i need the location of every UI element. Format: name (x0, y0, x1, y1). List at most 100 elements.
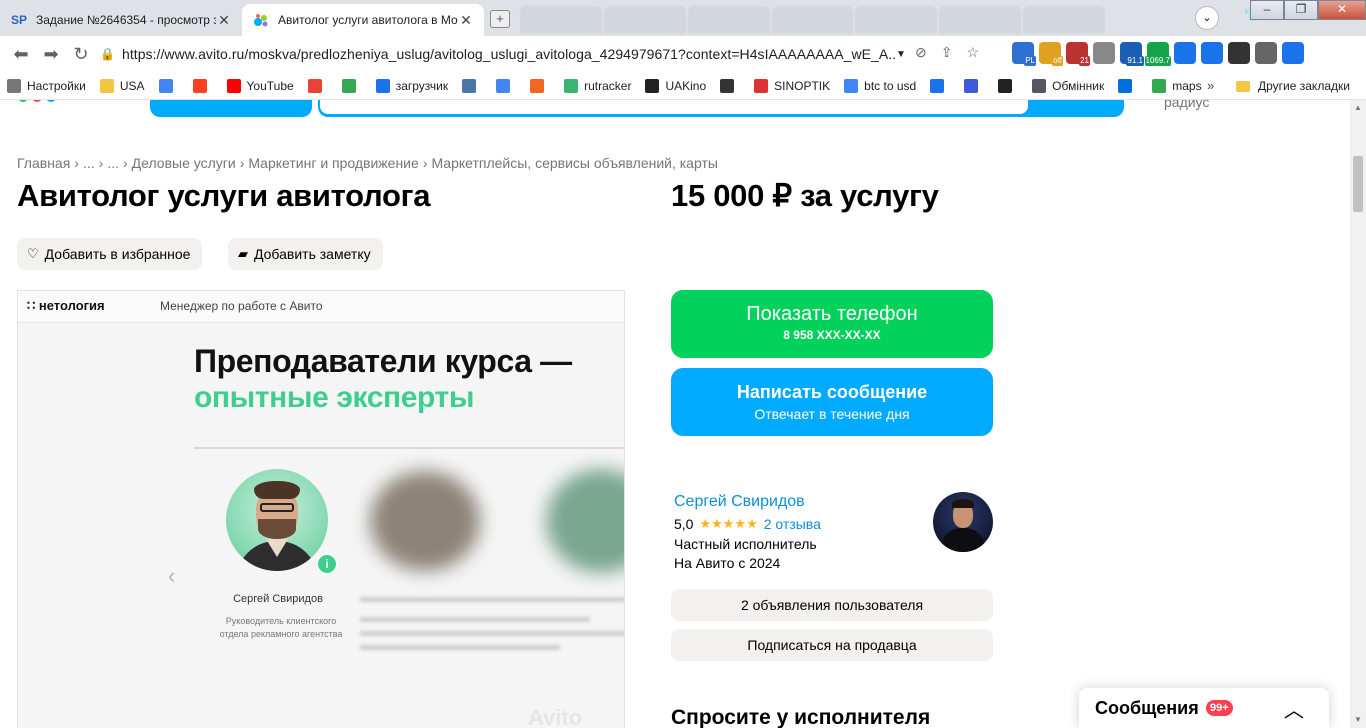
scroll-thumb[interactable] (1353, 156, 1363, 212)
bookmark-item[interactable] (455, 72, 489, 100)
add-note-button[interactable]: ▰ Добавить заметку (228, 238, 383, 270)
tab-avito[interactable]: Авитолог услуги авитолога в Мос ✕ (242, 4, 484, 36)
extension-icon[interactable] (1255, 42, 1277, 64)
close-icon[interactable]: ✕ (216, 12, 232, 29)
minimize-button[interactable]: – (1250, 0, 1284, 20)
url-text[interactable]: https://www.avito.ru/moskva/predlozheniy… (122, 46, 896, 62)
walmart-icon (1118, 78, 1133, 93)
breadcrumb-link[interactable]: Маркетинг и продвижение (248, 155, 418, 171)
note-label: Добавить заметку (254, 246, 371, 262)
extension-icon[interactable]: 21 (1066, 42, 1090, 66)
extension-icon[interactable] (1093, 42, 1115, 64)
translate-icon (496, 78, 511, 93)
blurred-text (360, 617, 590, 622)
bookmark-item[interactable]: Настройки (0, 72, 93, 100)
back-icon[interactable]: ⬅ (6, 44, 36, 65)
bookmark-item[interactable] (923, 72, 957, 100)
maximize-button[interactable]: ❐ (1284, 0, 1318, 20)
extension-icon[interactable] (1201, 42, 1223, 64)
close-icon[interactable]: ✕ (458, 12, 474, 29)
bookmark-item[interactable] (335, 72, 369, 100)
messages-count-badge: 99+ (1206, 700, 1233, 716)
bookmark-item[interactable]: UAKino (638, 72, 713, 100)
search-input[interactable] (320, 100, 1028, 114)
star-bookmark-icon[interactable]: ☆ (966, 44, 979, 61)
tab-task[interactable]: SP Задание №2646354 - просмотр з ✕ (0, 4, 242, 36)
bookmark-item[interactable]: YouTube (220, 72, 301, 100)
bookmark-item[interactable] (523, 72, 557, 100)
bookmark-item[interactable] (991, 72, 1025, 100)
share-icon[interactable]: ⇪ (941, 44, 953, 61)
extension-icon[interactable]: off (1039, 42, 1063, 66)
new-tab-button[interactable]: + (490, 10, 510, 28)
extensions-bar: PL off 21 91.1 1069.7 (1012, 42, 1304, 66)
bookmark-item[interactable]: USA (93, 72, 152, 100)
breadcrumb-link[interactable]: ... (83, 155, 95, 171)
breadcrumb-link[interactable]: ... (107, 155, 119, 171)
bookmark-label: YouTube (246, 78, 294, 93)
bookmark-item[interactable]: Обмінник (1025, 72, 1111, 100)
reload-icon[interactable]: ↻ (66, 44, 96, 65)
breadcrumb-separator: › (122, 155, 128, 171)
breadcrumb-link[interactable]: Главная (17, 155, 70, 171)
scroll-down-icon[interactable]: ▼ (1350, 712, 1366, 728)
bookmark-item[interactable] (713, 72, 747, 100)
breadcrumb-link[interactable]: Деловые услуги (132, 155, 236, 171)
bookmark-item[interactable] (186, 72, 220, 100)
bookmark-item[interactable]: rutracker (557, 72, 638, 100)
instructor-photo (226, 469, 328, 571)
blocked-icon[interactable]: ⊘ (915, 44, 927, 61)
bookmark-item[interactable] (1111, 72, 1145, 100)
chevron-left-icon[interactable]: ‹ (168, 563, 175, 589)
seller-type: Частный исполнитель (674, 536, 817, 552)
other-bookmarks[interactable]: Другие закладки (1236, 72, 1350, 100)
chevron-down-icon[interactable]: ▼ (896, 49, 910, 60)
address-bar[interactable]: 🔒 https://www.avito.ru/moskva/predlozhen… (100, 40, 910, 68)
breadcrumb-link[interactable]: Маркетплейсы, сервисы объявлений, карты (431, 155, 717, 171)
extension-icon[interactable]: 1069.7 (1144, 42, 1171, 66)
header-search[interactable] (318, 100, 1124, 117)
scroll-up-icon[interactable]: ▲ (1350, 100, 1366, 116)
all-categories-button[interactable] (150, 100, 312, 117)
price: 15 000 ₽ за услугу (671, 178, 939, 213)
close-window-button[interactable]: ✕ (1318, 0, 1366, 20)
bookmark-label: maps (1172, 78, 1202, 93)
show-phone-button[interactable]: Показать телефон 8 958 XXX-XX-XX (671, 290, 993, 358)
bookmark-item[interactable] (489, 72, 523, 100)
chevron-up-icon[interactable]: ︿ (1284, 694, 1304, 723)
folder-icon (1236, 80, 1250, 92)
divider (194, 447, 624, 449)
bookmark-item[interactable]: maps (1145, 72, 1208, 100)
subscribe-seller-button[interactable]: Подписаться на продавца (671, 629, 993, 661)
write-message-button[interactable]: Написать сообщение Отвечает в течение дн… (671, 368, 993, 436)
bookmark-item[interactable]: btc to usd (837, 72, 923, 100)
bookmark-item[interactable] (152, 72, 186, 100)
bookmark-item[interactable] (301, 72, 335, 100)
extension-icon[interactable]: PL (1012, 42, 1036, 66)
gallery-headline: Преподаватели курса — (194, 343, 572, 379)
bookmarks-overflow-button[interactable]: » (1207, 78, 1214, 93)
extension-icon[interactable] (1282, 42, 1304, 64)
add-to-favorites-button[interactable]: ♡ Добавить в избранное (17, 238, 203, 270)
bookmark-item[interactable]: загрузчик (369, 72, 455, 100)
avito-logo[interactable] (18, 100, 56, 102)
bookmark-item[interactable] (957, 72, 991, 100)
bookmark-item[interactable]: SINOPTIK (747, 72, 837, 100)
extension-icon[interactable] (1174, 42, 1196, 64)
page-scrollbar[interactable]: ▲ ▼ (1350, 100, 1366, 728)
forward-icon[interactable]: ➡ (36, 44, 66, 65)
instructor-role: Руководитель клиентского отдела рекламног… (219, 616, 343, 639)
messages-panel[interactable]: Сообщения 99+ ︿ (1079, 688, 1329, 728)
rutracker-icon (564, 78, 579, 93)
seller-avatar[interactable] (933, 492, 993, 552)
tab-search-icon[interactable]: ⌄ (1195, 6, 1219, 30)
reviews-link[interactable]: 2 отзыва (764, 516, 821, 532)
extension-icon[interactable]: 91.1 (1120, 42, 1144, 66)
extension-icon[interactable] (1228, 42, 1250, 64)
radius-label[interactable]: радиус (1164, 100, 1209, 110)
gallery-headline-accent: опытные эксперты (194, 381, 475, 414)
image-gallery[interactable]: ∷ нетология Менеджер по работе с Авито П… (17, 290, 625, 728)
seller-rating: 5,0 ★★★★★ 2 отзыва (674, 516, 821, 532)
seller-name-link[interactable]: Сергей Свиридов (674, 493, 805, 511)
seller-ads-button[interactable]: 2 объявления пользователя (671, 589, 993, 621)
